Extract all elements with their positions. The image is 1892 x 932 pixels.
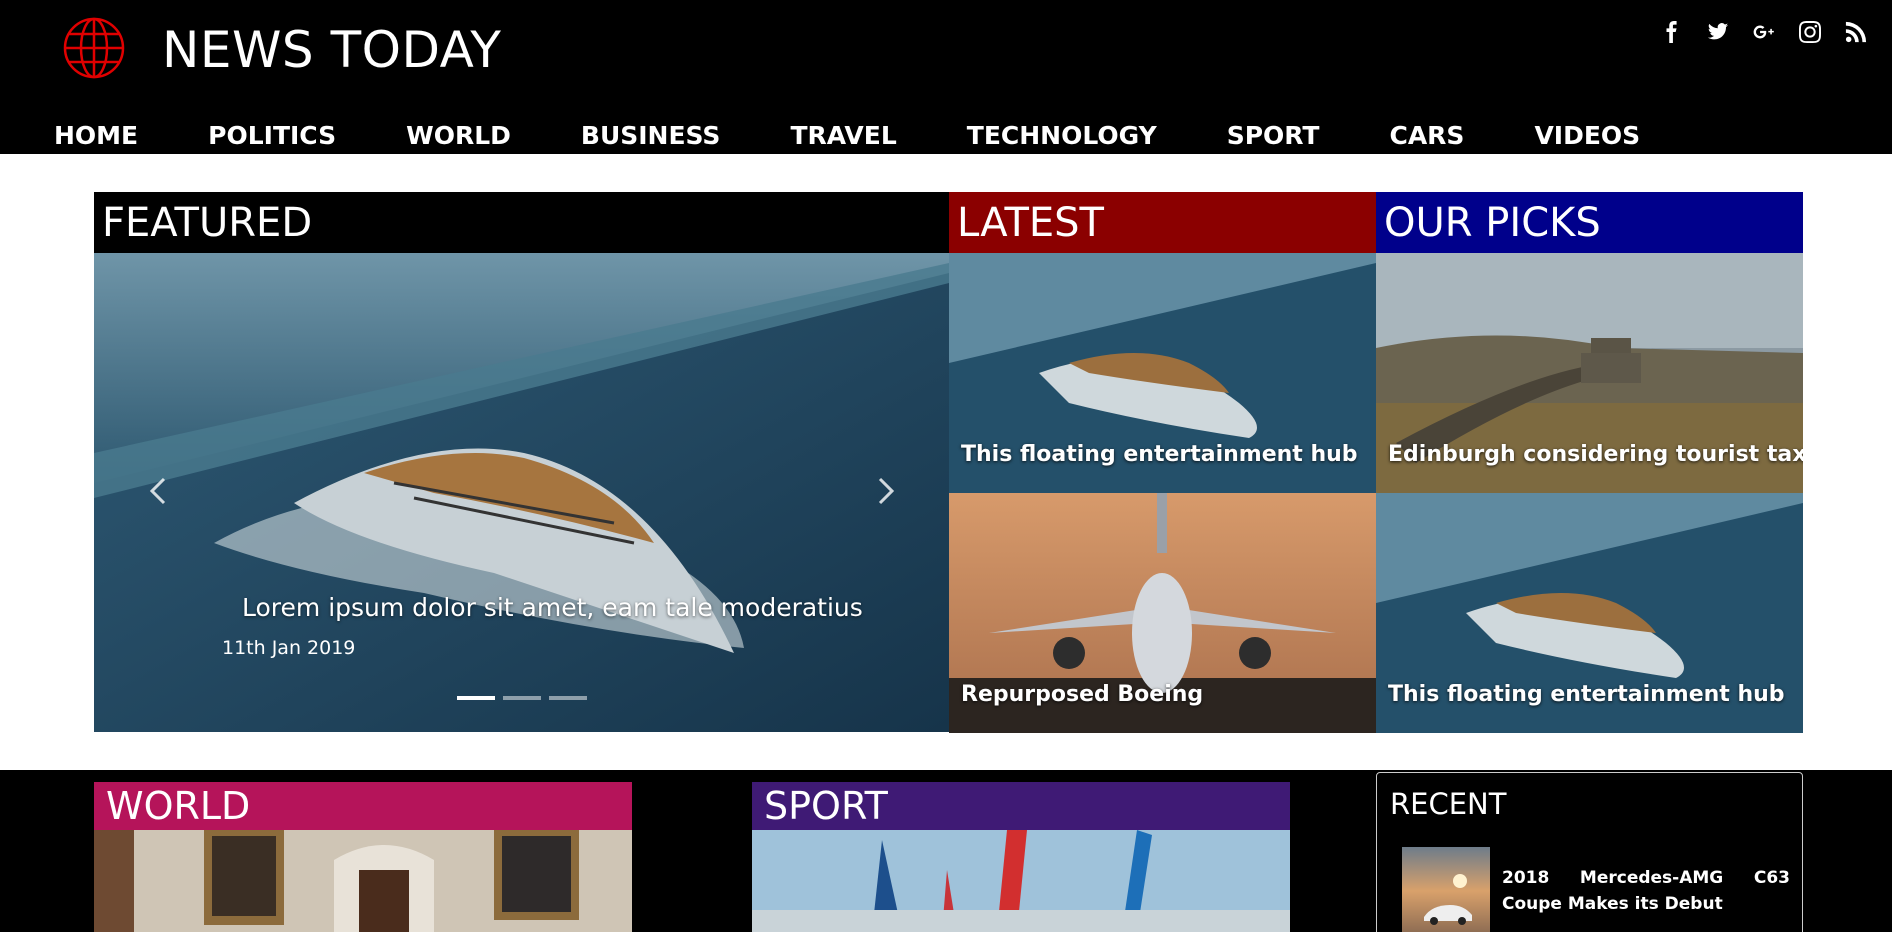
pick-caption[interactable]: This floating entertainment hub — [1388, 682, 1785, 707]
pick-card[interactable]: This floating entertainment hub — [1376, 493, 1803, 733]
slide-title[interactable]: Lorem ipsum dolor sit amet, eam tale mod… — [242, 593, 863, 622]
sport-image[interactable] — [752, 830, 1290, 932]
recent-heading: RECENT — [1390, 787, 1507, 821]
latest-card[interactable]: Repurposed Boeing — [949, 493, 1376, 733]
facebook-icon[interactable] — [1660, 18, 1684, 46]
nav-item-politics[interactable]: POLITICS — [208, 120, 336, 152]
carousel-indicator[interactable] — [503, 696, 541, 700]
nav-item-world[interactable]: WORLD — [406, 120, 511, 152]
main-nav: HOME POLITICS WORLD BUSINESS TRAVEL TECH… — [54, 120, 1710, 152]
world-heading: WORLD — [94, 782, 632, 830]
bottom-section: WORLD SPORT RECENT 2018 Mercedes-AMG C63… — [0, 770, 1892, 932]
our-picks-heading: OUR PICKS — [1376, 192, 1803, 254]
featured-heading: FEATURED — [94, 192, 949, 254]
social-links — [1660, 18, 1868, 46]
nav-item-sport[interactable]: SPORT — [1227, 120, 1320, 152]
nav-item-business[interactable]: BUSINESS — [581, 120, 721, 152]
featured-carousel[interactable]: Lorem ipsum dolor sit amet, eam tale mod… — [94, 253, 949, 732]
nav-item-travel[interactable]: TRAVEL — [790, 120, 896, 152]
nav-item-cars[interactable]: CARS — [1389, 120, 1464, 152]
nav-item-videos[interactable]: VIDEOS — [1534, 120, 1640, 152]
carousel-prev-button[interactable] — [146, 475, 170, 507]
carousel-indicator[interactable] — [549, 696, 587, 700]
pick-caption[interactable]: Edinburgh considering tourist tax — [1388, 442, 1803, 467]
nav-item-technology[interactable]: TECHNOLOGY — [967, 120, 1157, 152]
carousel-indicators — [457, 696, 587, 700]
google-plus-icon[interactable] — [1752, 18, 1776, 46]
instagram-icon[interactable] — [1798, 18, 1822, 46]
car-image — [1402, 847, 1490, 932]
recent-thumbnail[interactable] — [1402, 847, 1490, 932]
pick-card[interactable]: Edinburgh considering tourist tax — [1376, 253, 1803, 493]
recent-item-title[interactable]: 2018 Mercedes-AMG C63 Coupe Makes its De… — [1502, 865, 1790, 917]
yacht-image — [94, 253, 949, 732]
world-image[interactable] — [94, 830, 632, 932]
latest-caption[interactable]: Repurposed Boeing — [961, 682, 1203, 707]
carousel-indicator[interactable] — [457, 696, 495, 700]
twitter-icon[interactable] — [1706, 18, 1730, 46]
carousel-next-button[interactable] — [874, 475, 898, 507]
latest-heading: LATEST — [949, 192, 1376, 254]
latest-caption[interactable]: This floating entertainment hub — [961, 442, 1358, 467]
slide-date: 11th Jan 2019 — [222, 637, 356, 659]
site-header: NEWS TODAY HOME POLITICS WORLD BUSINESS — [0, 0, 1892, 154]
nav-item-home[interactable]: HOME — [54, 120, 138, 152]
latest-card[interactable]: This floating entertainment hub — [949, 253, 1376, 493]
sport-heading: SPORT — [752, 782, 1290, 830]
site-title[interactable]: NEWS TODAY — [162, 18, 501, 82]
page: NEWS TODAY HOME POLITICS WORLD BUSINESS — [0, 0, 1892, 932]
globe-icon[interactable] — [62, 16, 126, 80]
recent-panel: RECENT 2018 Mercedes-AMG C63 Coupe Makes… — [1376, 772, 1803, 932]
rss-icon[interactable] — [1844, 18, 1868, 46]
